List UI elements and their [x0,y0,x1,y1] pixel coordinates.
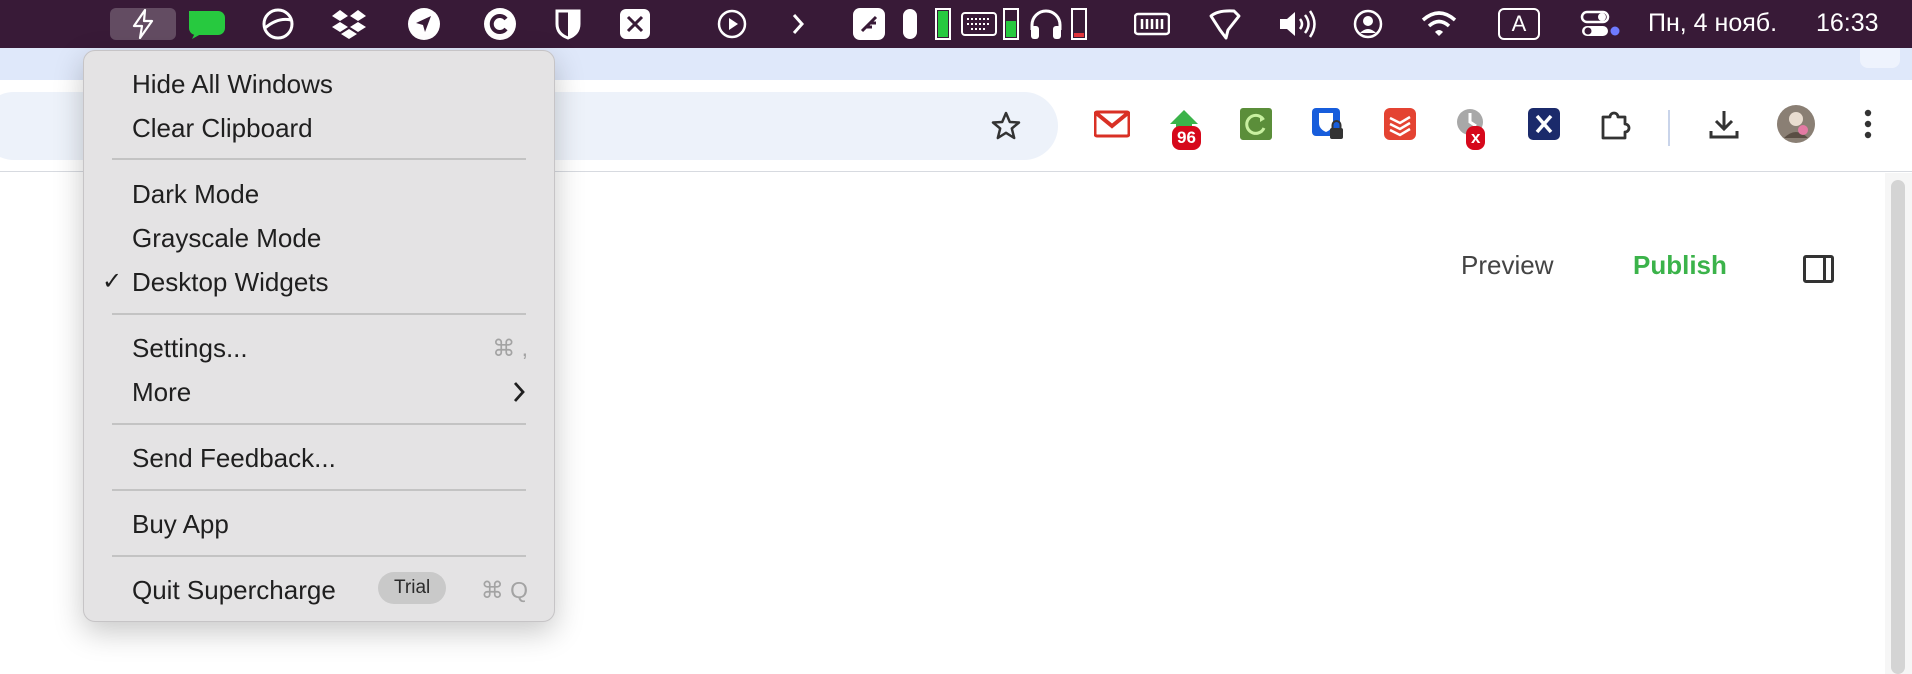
menu-item-dark-mode[interactable]: Dark Mode [84,173,554,213]
menu-item-quit[interactable]: Quit Supercharge Trial ⌘ Q [84,569,554,609]
menu-separator [112,489,526,491]
submenu-chevron-icon [512,381,526,408]
menu-item-label: Desktop Widgets [132,267,329,297]
menu-item-label: Quit Supercharge [132,575,336,605]
wifi-icon[interactable] [1420,8,1458,40]
menu-item-label: Send Feedback... [132,443,336,473]
globe-icon[interactable] [260,8,296,40]
sidebar-toggle-icon[interactable] [1803,255,1834,283]
messages-icon[interactable] [187,8,227,40]
todoist-icon[interactable] [1378,102,1422,146]
refresh-extension-icon[interactable] [1234,102,1278,146]
play-circle-icon[interactable] [716,8,748,40]
quit-shortcut: ⌘ Q [480,577,528,603]
more-vert-icon[interactable] [1846,102,1890,146]
menu-separator [112,313,526,315]
supercharge-icon[interactable] [110,8,176,40]
download-icon[interactable] [1702,102,1746,146]
keyboard-battery-icon [1001,8,1021,40]
feather-icon[interactable] [852,8,886,40]
dropbox-icon[interactable] [329,8,369,40]
scrollbar-thumb[interactable] [1891,180,1905,674]
shield-icon[interactable] [552,8,584,40]
menu-item-label: Grayscale Mode [132,223,322,253]
menu-bar: A Пн, 4 нояб. 16:33 [0,0,1912,48]
x-extension-icon[interactable] [1522,102,1566,146]
control-center-icon[interactable] [1580,8,1620,40]
menu-separator [112,555,526,557]
updates-count-badge: 96 [1172,126,1201,150]
menu-item-label: Hide All Windows [132,69,333,99]
time-label[interactable]: 16:33 [1816,0,1879,48]
chevron-right-icon[interactable] [787,8,809,40]
user-circle-icon[interactable] [1352,8,1384,40]
battery-green-icon [933,8,953,40]
menu-item-more[interactable]: More [84,371,554,411]
menu-item-buy-app[interactable]: Buy App [84,503,554,543]
publish-button[interactable]: Publish [1633,250,1727,281]
gmail-icon[interactable] [1090,102,1134,146]
send-icon[interactable] [406,8,442,40]
toolbar-separator [1668,110,1670,146]
preview-button[interactable]: Preview [1461,250,1553,281]
trial-badge: Trial [378,572,447,604]
menu-item-label: Buy App [132,509,229,539]
x-box-icon[interactable] [618,8,652,40]
puzzle-icon[interactable] [1594,102,1638,146]
timer-extension-icon[interactable]: x [1450,102,1494,150]
menu-item-label: Dark Mode [132,179,260,209]
input-source-icon[interactable]: A [1497,8,1541,40]
menu-separator [112,423,526,425]
memory-icon[interactable] [1133,8,1171,40]
settings-shortcut: ⌘ , [492,335,528,361]
volume-icon[interactable] [1276,8,1318,40]
menu-item-desktop-widgets[interactable]: ✓ Desktop Widgets [84,261,554,301]
menu-item-label: Clear Clipboard [132,113,313,143]
mic-level-icon [900,8,920,40]
menu-item-grayscale-mode[interactable]: Grayscale Mode [84,217,554,257]
bookmark-star-icon[interactable] [990,110,1022,147]
menu-item-settings[interactable]: Settings... ⌘ , [84,327,554,367]
bitwarden-icon[interactable] [1306,102,1350,146]
checkmark-icon: ✓ [102,268,123,295]
headphones-battery-icon [1069,8,1089,40]
avatar[interactable] [1774,102,1818,146]
menu-item-clear-clipboard[interactable]: Clear Clipboard [84,107,554,147]
keyboard-icon [960,8,998,40]
updates-icon[interactable]: 96 [1162,102,1206,150]
menu-item-hide-all-windows[interactable]: Hide All Windows [84,63,554,103]
date-label[interactable]: Пн, 4 нояб. [1648,0,1777,48]
menu-item-send-feedback[interactable]: Send Feedback... [84,437,554,477]
supercharge-menu: Hide All Windows Clear Clipboard Dark Mo… [83,50,555,622]
tab-corner[interactable] [1860,48,1900,68]
headphones-icon [1027,8,1065,40]
c-logo-icon[interactable] [482,8,518,40]
hand-icon[interactable] [1207,8,1243,40]
timer-badge: x [1466,126,1486,150]
menu-separator [112,158,526,160]
menu-item-label: More [132,377,192,407]
input-source-label: A [1498,8,1540,40]
menu-item-label: Settings... [132,333,248,363]
